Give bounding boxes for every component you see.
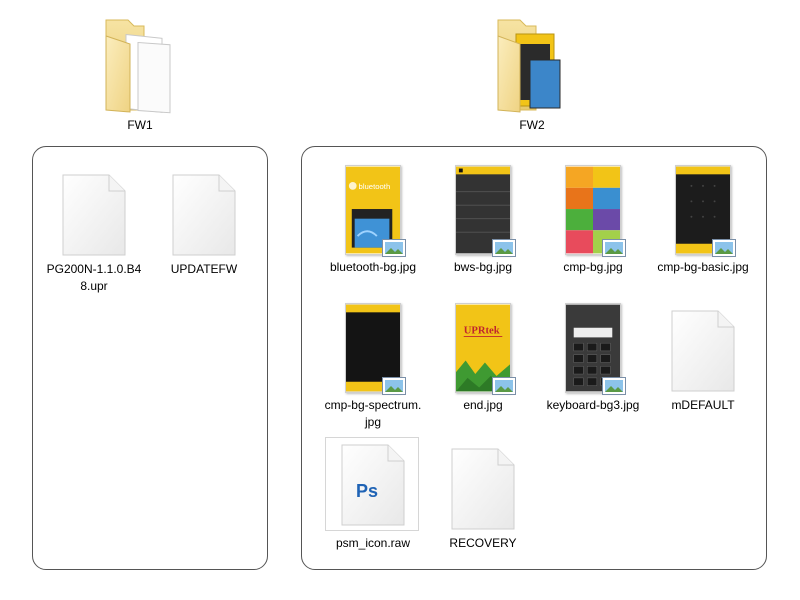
file-name: bluetooth-bg.jpg xyxy=(329,260,417,274)
file-name: psm_icon.raw xyxy=(335,536,411,550)
file-item[interactable]: bluetooth bluetooth-bg.jpg xyxy=(318,161,428,276)
image-badge-icon xyxy=(492,239,516,257)
folder-icon xyxy=(497,19,561,113)
folder-icon xyxy=(105,19,171,114)
file-item[interactable]: cmp-bg-spectrum.jpg xyxy=(318,299,428,431)
fw1-panel: PG200N-1.1.0.B48.upr UPDATEFW xyxy=(32,146,268,570)
file-item[interactable]: cmp-bg.jpg xyxy=(538,161,648,276)
file-name: PG200N-1.1.0.B48.upr xyxy=(46,262,142,293)
blank-file-icon xyxy=(671,310,735,392)
ps-logo-text: Ps xyxy=(356,481,378,501)
thumb-logo-text: UPRtek xyxy=(464,326,500,337)
file-name: cmp-bg-basic.jpg xyxy=(657,260,749,274)
fw2-panel: bluetooth bluetooth-bg.jpg bws-bg.jpg cm… xyxy=(301,146,767,570)
photoshop-file-icon: Ps xyxy=(341,444,405,526)
file-name: cmp-bg.jpg xyxy=(563,260,623,274)
file-item[interactable]: PG200N-1.1.0.B48.upr xyxy=(39,163,149,295)
file-item[interactable]: UPDATEFW xyxy=(149,163,259,278)
image-badge-icon xyxy=(382,239,406,257)
file-item[interactable]: cmp-bg-basic.jpg xyxy=(648,161,758,276)
image-badge-icon xyxy=(602,239,626,257)
file-item[interactable]: bws-bg.jpg xyxy=(428,161,538,276)
file-name: cmp-bg-spectrum.jpg xyxy=(324,398,422,429)
file-item[interactable]: UPRtek end.jpg xyxy=(428,299,538,414)
file-name: keyboard-bg3.jpg xyxy=(546,398,640,412)
file-name: end.jpg xyxy=(463,398,503,412)
folder-label: FW1 xyxy=(127,118,153,132)
blank-file-icon xyxy=(62,174,126,256)
image-badge-icon xyxy=(492,377,516,395)
image-badge-icon xyxy=(602,377,626,395)
image-badge-icon xyxy=(382,377,406,395)
folder-fw1[interactable]: FW1 xyxy=(80,14,200,132)
blank-file-icon xyxy=(451,448,515,530)
file-name: UPDATEFW xyxy=(170,262,238,276)
file-item[interactable]: RECOVERY xyxy=(428,437,538,552)
file-name: mDEFAULT xyxy=(671,398,735,412)
file-item[interactable]: mDEFAULT xyxy=(648,299,758,414)
image-badge-icon xyxy=(712,239,736,257)
file-item[interactable]: Ps psm_icon.raw xyxy=(318,437,428,552)
file-item[interactable]: keyboard-bg3.jpg xyxy=(538,299,648,414)
file-name: RECOVERY xyxy=(449,536,517,550)
folder-fw2[interactable]: FW2 xyxy=(472,14,592,132)
folder-label: FW2 xyxy=(519,118,545,132)
blank-file-icon xyxy=(172,174,236,256)
file-name: bws-bg.jpg xyxy=(453,260,513,274)
thumb-bluetooth-text: bluetooth xyxy=(359,182,391,191)
